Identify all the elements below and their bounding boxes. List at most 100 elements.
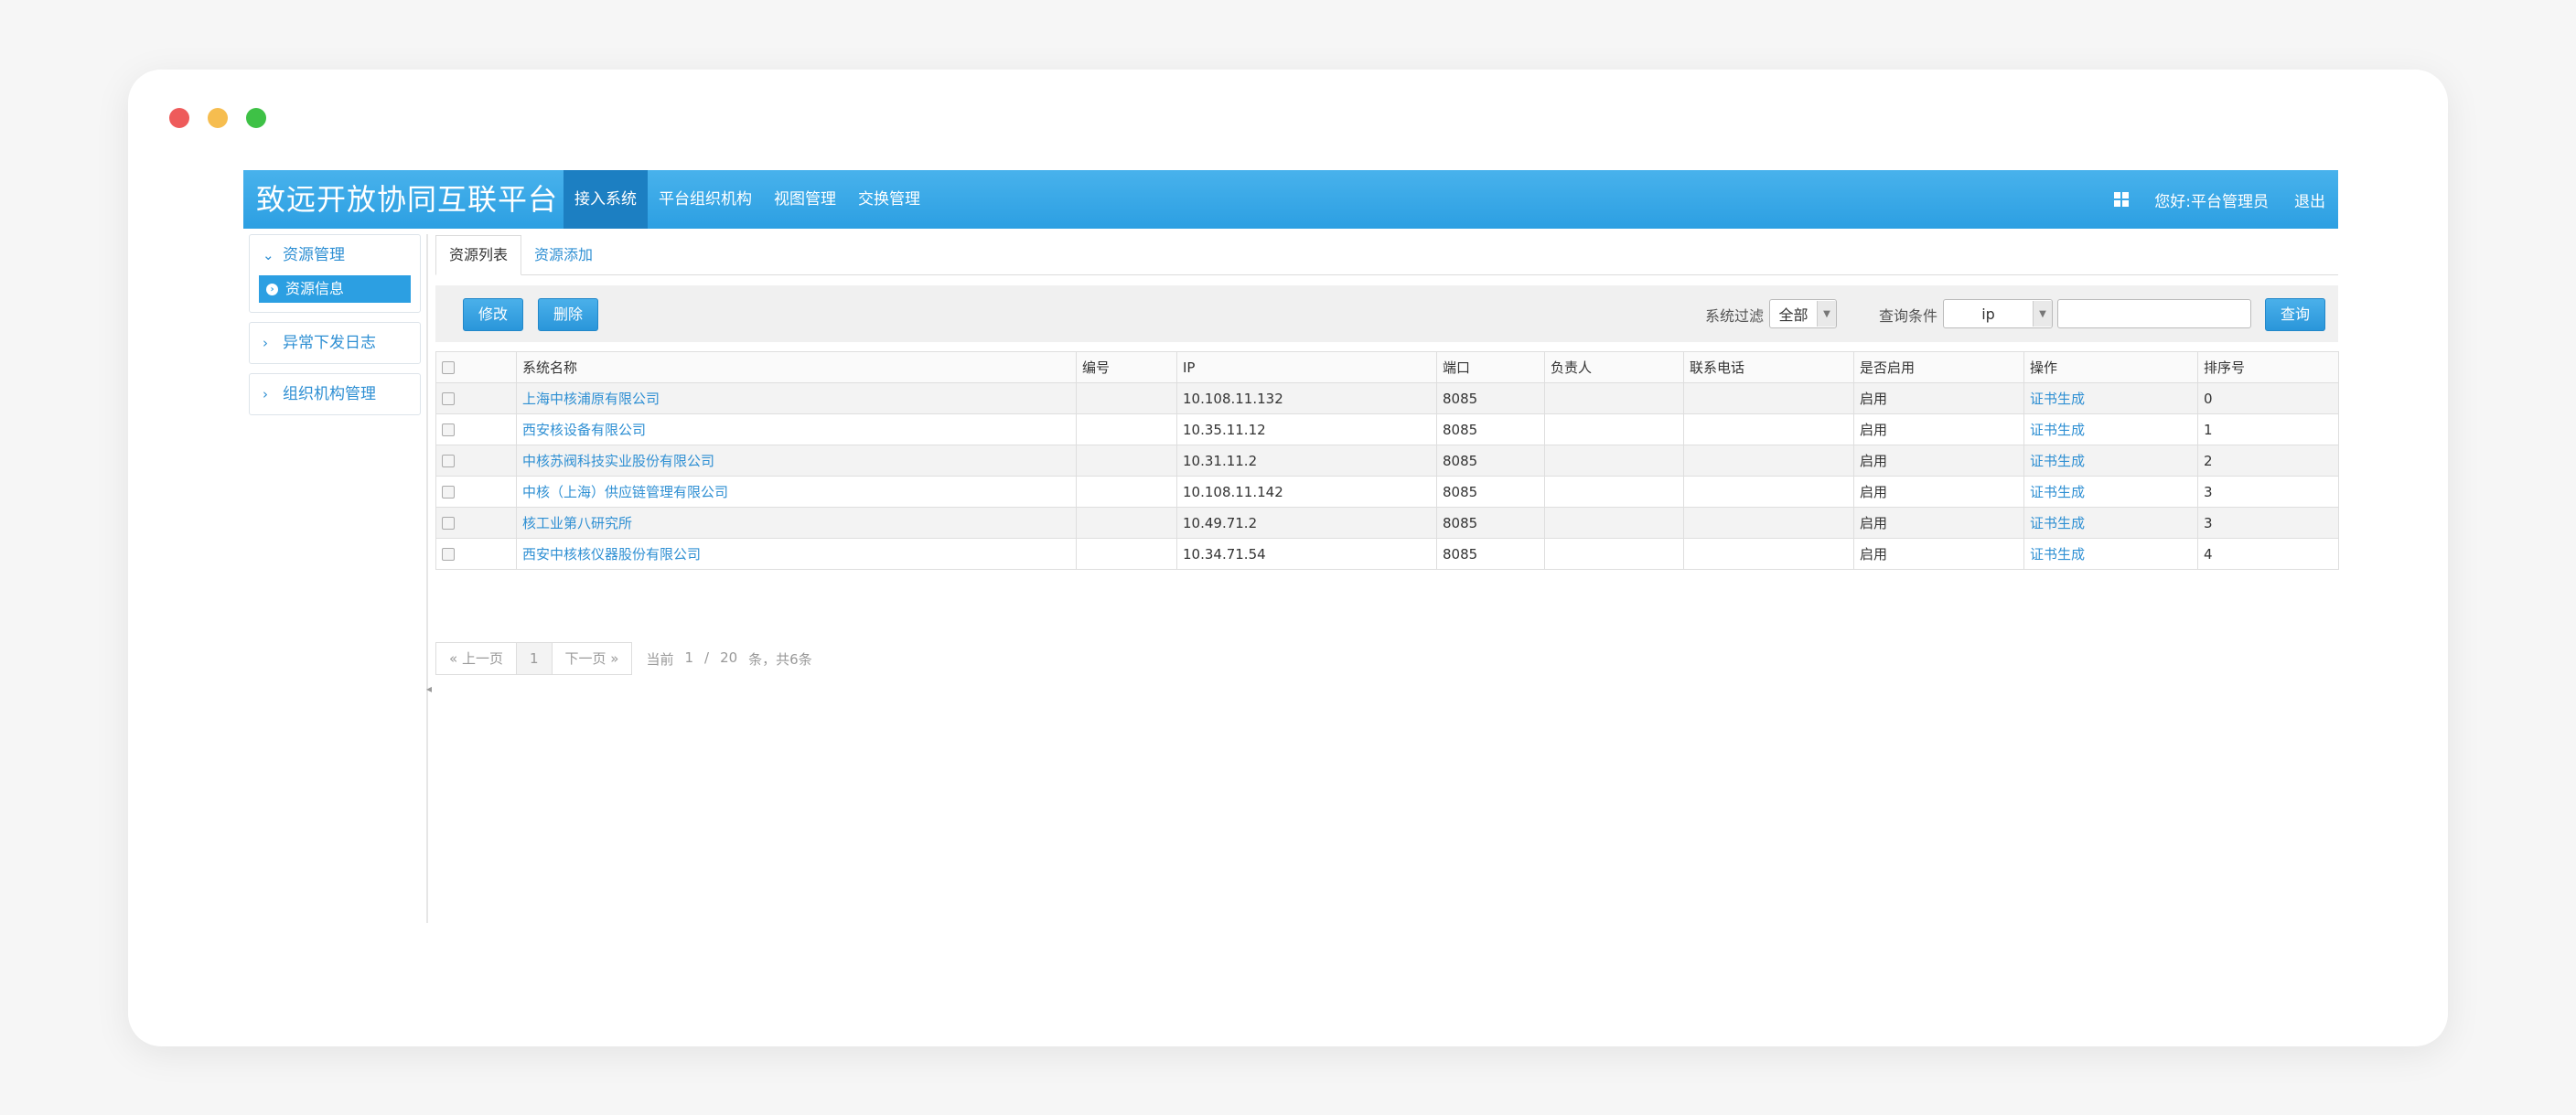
certificate-generate-link[interactable]: 证书生成 (2030, 515, 2085, 531)
checkbox[interactable] (442, 423, 455, 436)
row-checkbox-cell[interactable] (435, 476, 517, 508)
column-header: 排序号 (2197, 351, 2339, 383)
tab-resource-add[interactable]: 资源添加 (521, 236, 606, 274)
close-window-button[interactable] (169, 108, 189, 128)
table-cell: 2 (2197, 445, 2339, 477)
top-bar: 致远开放协同互联平台 接入系统 平台组织机构 视图管理 交换管理 您好:平台管理… (243, 170, 2338, 229)
row-checkbox-cell[interactable] (435, 538, 517, 570)
collapse-sidebar-handle[interactable]: ◂ (426, 682, 434, 701)
sidebar-group-resource: ⌄ 资源管理 › 资源信息 (249, 234, 421, 313)
table-cell: 西安核设备有限公司 (516, 413, 1077, 445)
system-filter-select[interactable]: 全部 ▼ (1769, 299, 1837, 328)
sidebar-item-label: 组织机构管理 (283, 385, 376, 403)
table-cell (1683, 538, 1854, 570)
nav-exchange-management[interactable]: 交换管理 (847, 170, 931, 229)
table-cell: 10.108.11.132 (1176, 382, 1437, 414)
nav-platform-org[interactable]: 平台组织机构 (648, 170, 763, 229)
pager-info: 当前 1 / 20 条，共6条 (646, 649, 811, 669)
system-name-link[interactable]: 核工业第八研究所 (522, 515, 632, 531)
table-cell (1076, 507, 1177, 539)
nav-view-management[interactable]: 视图管理 (763, 170, 847, 229)
pager-slash: / (704, 649, 710, 666)
toolbar: 修改 删除 系统过滤 全部 ▼ 查询条件 ip ▼ 查询 (435, 285, 2338, 342)
row-checkbox-cell[interactable] (435, 507, 517, 539)
table-cell (1076, 382, 1177, 414)
checkbox[interactable] (442, 548, 455, 561)
minimize-window-button[interactable] (208, 108, 228, 128)
column-header: 系统名称 (516, 351, 1077, 383)
column-header: 操作 (2023, 351, 2198, 383)
table-cell (1544, 445, 1684, 477)
certificate-generate-link[interactable]: 证书生成 (2030, 453, 2085, 469)
select-all-checkbox-cell[interactable] (435, 351, 517, 383)
nav-access-system[interactable]: 接入系统 (564, 170, 648, 229)
table-cell: 证书生成 (2023, 382, 2198, 414)
table-cell: 10.35.11.12 (1176, 413, 1437, 445)
table-cell: 8085 (1436, 476, 1545, 508)
sidebar-item-resource-management[interactable]: ⌄ 资源管理 (250, 235, 420, 275)
certificate-generate-link[interactable]: 证书生成 (2030, 391, 2085, 407)
row-checkbox-cell[interactable] (435, 382, 517, 414)
column-header: 负责人 (1544, 351, 1684, 383)
pager-current: 1 (684, 649, 694, 666)
system-name-link[interactable]: 西安核设备有限公司 (522, 422, 646, 438)
search-button[interactable]: 查询 (2265, 298, 2326, 331)
table-cell: 启用 (1853, 538, 2024, 570)
apps-grid-icon[interactable] (2114, 192, 2130, 207)
sidebar-item-error-log[interactable]: › 异常下发日志 (250, 323, 420, 363)
row-checkbox-cell[interactable] (435, 413, 517, 445)
sidebar-item-resource-info[interactable]: › 资源信息 (259, 275, 411, 303)
page-number-button[interactable]: 1 (515, 642, 553, 675)
maximize-window-button[interactable] (246, 108, 266, 128)
select-value: 全部 (1778, 306, 1809, 324)
table-cell: 8085 (1436, 413, 1545, 445)
sidebar-item-label: 异常下发日志 (283, 334, 376, 352)
sidebar-item-org-management[interactable]: › 组织机构管理 (250, 374, 420, 414)
table-cell (1076, 538, 1177, 570)
system-name-link[interactable]: 上海中核浦原有限公司 (522, 391, 660, 407)
system-name-link[interactable]: 中核苏阀科技实业股份有限公司 (522, 453, 714, 469)
system-name-link[interactable]: 中核（上海）供应链管理有限公司 (522, 484, 728, 500)
table-cell (1683, 445, 1854, 477)
table-cell (1076, 413, 1177, 445)
column-header: IP (1176, 351, 1437, 383)
checkbox[interactable] (442, 361, 455, 374)
certificate-generate-link[interactable]: 证书生成 (2030, 422, 2085, 438)
app-frame: 致远开放协同互联平台 接入系统 平台组织机构 视图管理 交换管理 您好:平台管理… (243, 170, 2339, 923)
sidebar: ⌄ 资源管理 › 资源信息 › 异常下发日志 › 组织机构管理 (243, 234, 428, 923)
column-header: 是否启用 (1853, 351, 2024, 383)
table-cell: 10.31.11.2 (1176, 445, 1437, 477)
pager-total: 20 (720, 649, 738, 666)
column-header: 编号 (1076, 351, 1177, 383)
table-cell: 证书生成 (2023, 413, 2198, 445)
table-row: 西安核设备有限公司 10.35.11.12 8085 启用 证书生成 1 (435, 413, 2339, 445)
system-name-link[interactable]: 西安中核核仪器股份有限公司 (522, 546, 701, 563)
delete-button[interactable]: 删除 (538, 298, 599, 331)
prev-page-button[interactable]: « 上一页 (435, 642, 517, 675)
checkbox[interactable] (442, 517, 455, 530)
certificate-generate-link[interactable]: 证书生成 (2030, 484, 2085, 500)
query-condition-label: 查询条件 (1879, 307, 1938, 325)
tab-resource-list[interactable]: 资源列表 (435, 235, 522, 275)
table-cell: 8085 (1436, 507, 1545, 539)
query-input[interactable] (2057, 299, 2251, 328)
table-cell: 4 (2197, 538, 2339, 570)
table-row: 中核苏阀科技实业股份有限公司 10.31.11.2 8085 启用 证书生成 2 (435, 445, 2339, 477)
logout-link[interactable]: 退出 (2294, 188, 2325, 211)
row-checkbox-cell[interactable] (435, 445, 517, 477)
table-cell: 8085 (1436, 382, 1545, 414)
table-cell: 证书生成 (2023, 476, 2198, 508)
chevron-right-icon: › (263, 386, 268, 402)
table-cell: 启用 (1853, 382, 2024, 414)
edit-button[interactable]: 修改 (463, 298, 524, 331)
certificate-generate-link[interactable]: 证书生成 (2030, 546, 2085, 563)
checkbox[interactable] (442, 392, 455, 405)
sidebar-group-error-log: › 异常下发日志 (249, 322, 421, 364)
table-cell (1683, 476, 1854, 508)
system-filter-label: 系统过滤 (1705, 307, 1765, 325)
query-field-select[interactable]: ip ▼ (1943, 299, 2053, 328)
checkbox[interactable] (442, 455, 455, 467)
checkbox[interactable] (442, 486, 455, 499)
next-page-button[interactable]: 下一页 » (551, 642, 633, 675)
table-row: 核工业第八研究所 10.49.71.2 8085 启用 证书生成 3 (435, 507, 2339, 539)
